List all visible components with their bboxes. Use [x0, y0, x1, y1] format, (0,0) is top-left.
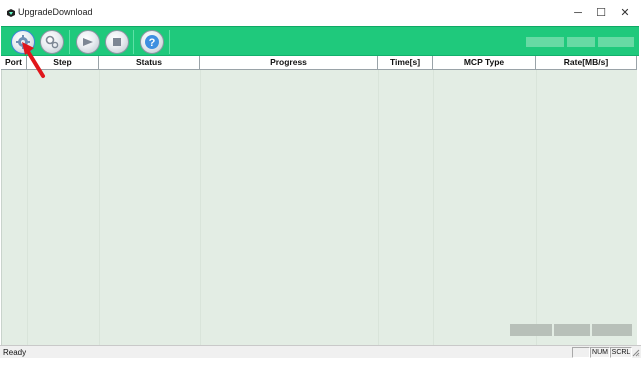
- toolbar-separator: [133, 30, 134, 54]
- window-title: UpgradeDownload: [18, 7, 93, 17]
- status-text: Ready: [3, 348, 27, 357]
- blurred-watermark: [554, 324, 590, 336]
- status-bar: Ready NUM SCRL: [0, 345, 641, 358]
- column-gridline: [200, 70, 201, 345]
- num-lock-indicator: NUM: [590, 347, 610, 358]
- stop-button[interactable]: [105, 30, 129, 54]
- scroll-lock-indicator: SCRL: [610, 347, 632, 358]
- annotation-arrow-icon: [22, 42, 45, 78]
- column-gridline: [378, 70, 379, 345]
- title-bar: UpgradeDownload ─ ☐ ✕: [0, 0, 641, 26]
- table-header: Port Step Status Progress Time[s] MCP Ty…: [1, 56, 637, 70]
- svg-text:?: ?: [149, 37, 156, 49]
- column-gridline: [433, 70, 434, 345]
- column-header-time[interactable]: Time[s]: [378, 56, 433, 70]
- column-gridline: [536, 70, 537, 345]
- toolbar-separator: [169, 30, 170, 54]
- column-header-status[interactable]: Status: [99, 56, 200, 70]
- blurred-info: [598, 37, 634, 47]
- start-button[interactable]: [76, 30, 100, 54]
- blurred-info: [567, 37, 595, 47]
- maximize-button[interactable]: ☐: [588, 4, 614, 22]
- blurred-watermark: [510, 324, 552, 336]
- status-pane: [572, 347, 590, 358]
- question-icon: ?: [145, 35, 159, 49]
- device-list[interactable]: [1, 70, 637, 345]
- column-header-mcp-type[interactable]: MCP Type: [433, 56, 536, 70]
- column-gridline: [99, 70, 100, 345]
- toolbar-separator: [69, 30, 70, 54]
- resize-grip-icon[interactable]: [632, 349, 640, 357]
- stop-icon: [113, 38, 121, 46]
- help-button[interactable]: ?: [140, 30, 164, 54]
- blurred-watermark: [592, 324, 632, 336]
- close-button[interactable]: ✕: [612, 4, 638, 22]
- column-header-progress[interactable]: Progress: [200, 56, 378, 70]
- play-icon: [83, 38, 93, 46]
- blurred-info: [526, 37, 564, 47]
- toolbar: ?: [1, 26, 639, 56]
- column-gridline: [27, 70, 28, 345]
- app-icon: [7, 9, 15, 17]
- column-header-rate[interactable]: Rate[MB/s]: [536, 56, 637, 70]
